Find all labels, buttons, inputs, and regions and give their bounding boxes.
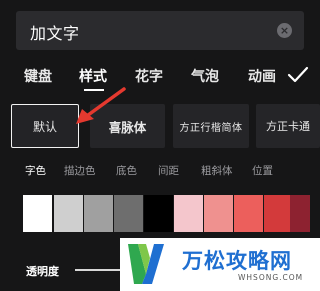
watermark-title: 万松攻略网	[182, 249, 292, 273]
color-swatch-black[interactable]	[144, 195, 173, 232]
font-list: 默认 喜脉体 方正行楷简体 方正卡通	[0, 104, 320, 148]
font-option-default[interactable]: 默认	[11, 104, 79, 148]
color-swatch-gray[interactable]	[84, 195, 113, 232]
watermark-subtitle: WHSONG.COM	[238, 273, 304, 282]
font-option-label: 方正卡通	[266, 120, 310, 133]
tab-animation[interactable]: 动画	[248, 66, 276, 86]
editor-tabs: 键盘 样式 花字 气泡 动画	[0, 62, 320, 92]
color-swatch-coral-red[interactable]	[234, 195, 263, 232]
font-option-label: 默认	[32, 119, 57, 134]
subtab-stroke-color[interactable]: 描边色	[64, 163, 96, 178]
color-swatch-red[interactable]	[264, 195, 293, 232]
tab-style[interactable]: 样式	[79, 66, 107, 86]
subtab-bold-italic[interactable]: 粗斜体	[201, 163, 233, 178]
font-option-cartoon[interactable]: 方正卡通	[256, 104, 320, 148]
subtab-spacing[interactable]: 间距	[158, 163, 179, 178]
tab-fancy-text[interactable]: 花字	[135, 66, 163, 86]
watermark-logo-icon	[128, 244, 164, 284]
color-swatch-salmon[interactable]	[204, 195, 233, 232]
opacity-label: 透明度	[26, 265, 59, 278]
checkmark-icon[interactable]	[287, 66, 309, 84]
color-swatch-dark-red[interactable]	[290, 195, 310, 232]
text-input[interactable]: 加文字 ×	[16, 11, 304, 50]
font-option-label: 方正行楷简体	[179, 122, 243, 134]
subtab-background-color[interactable]: 底色	[116, 163, 137, 178]
color-swatches	[23, 195, 313, 232]
subtab-position[interactable]: 位置	[252, 163, 273, 178]
tab-keyboard[interactable]: 键盘	[24, 66, 52, 86]
color-swatch-light-gray[interactable]	[54, 195, 83, 232]
tab-bubble[interactable]: 气泡	[191, 66, 219, 86]
color-swatch-dark-gray[interactable]	[114, 195, 143, 232]
font-option-xingkai[interactable]: 方正行楷简体	[173, 104, 249, 148]
text-input-value: 加文字	[30, 24, 80, 43]
color-swatch-white[interactable]	[23, 195, 52, 232]
style-subtabs: 字色 描边色 底色 间距 粗斜体 位置	[0, 160, 320, 180]
clear-icon[interactable]: ×	[277, 23, 292, 38]
watermark: 万松攻略网 WHSONG.COM	[120, 238, 320, 291]
color-swatch-light-pink[interactable]	[174, 195, 203, 232]
subtab-text-color[interactable]: 字色	[25, 163, 46, 178]
annotation-arrow-icon	[76, 87, 126, 124]
